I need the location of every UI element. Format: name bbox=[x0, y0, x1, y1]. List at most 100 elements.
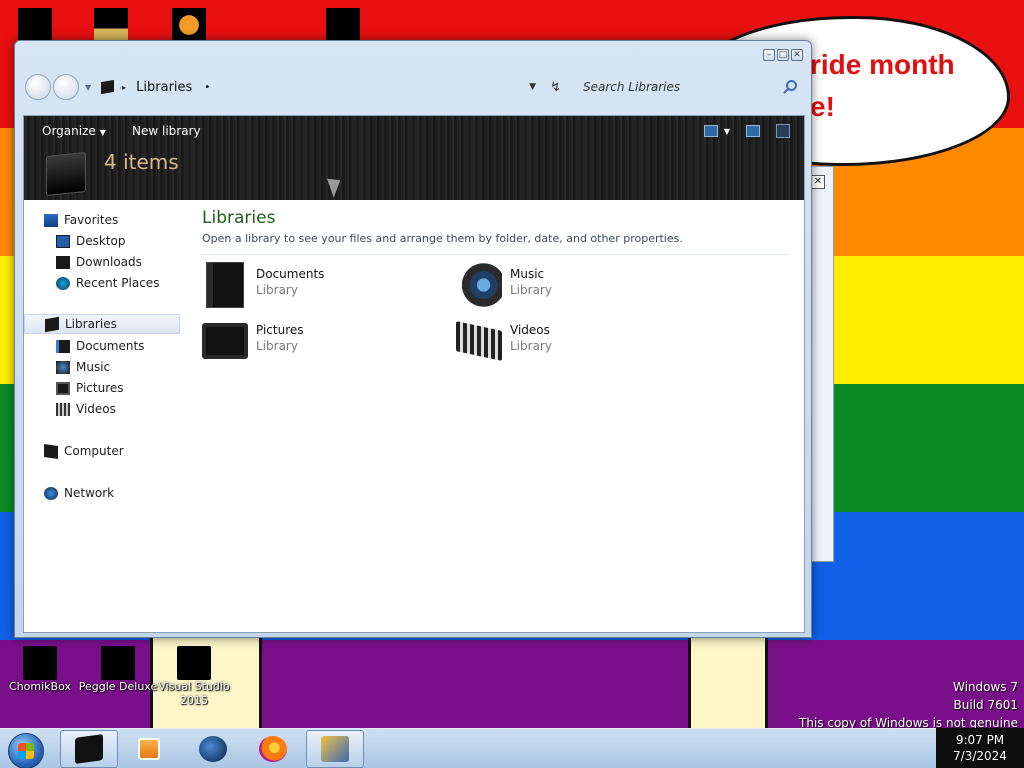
system-clock[interactable]: 9:07 PM 7/3/2024 bbox=[936, 728, 1024, 768]
sidebar-item-label: Videos bbox=[76, 402, 116, 416]
library-type: Library bbox=[510, 283, 552, 297]
breadcrumb-separator-icon[interactable]: ▸ bbox=[122, 83, 126, 92]
minimize-button[interactable]: – bbox=[763, 49, 775, 61]
network-icon bbox=[44, 486, 58, 500]
chevron-down-icon[interactable]: ▼ bbox=[724, 127, 730, 136]
address-bar-controls: ▼ ↯ bbox=[529, 80, 561, 95]
sidebar-item-pictures[interactable]: Pictures bbox=[24, 378, 124, 398]
sidebar-item-computer[interactable]: Computer bbox=[24, 441, 180, 461]
sidebar-item-recent-places[interactable]: Recent Places bbox=[24, 273, 159, 293]
view-controls: ▼ bbox=[703, 124, 790, 138]
sidebar-item-libraries[interactable]: Libraries bbox=[24, 314, 180, 334]
breadcrumb-current[interactable]: Libraries bbox=[136, 80, 192, 95]
address-dropdown-icon[interactable]: ▼ bbox=[529, 82, 536, 92]
sidebar-item-downloads[interactable]: Downloads bbox=[24, 252, 142, 272]
mouse-cursor-icon bbox=[326, 174, 346, 198]
sidebar-item-label: Desktop bbox=[76, 234, 126, 248]
taskbar bbox=[0, 728, 1024, 768]
library-tile-pictures[interactable]: Pictures Library bbox=[202, 318, 304, 359]
navigation-pane: Favorites Desktop Downloads Recent Place… bbox=[24, 200, 190, 632]
libraries-large-icon bbox=[46, 151, 86, 197]
control-panel-icon bbox=[321, 736, 349, 762]
desktop-icon bbox=[56, 234, 70, 248]
desktop-top-icon-4[interactable] bbox=[326, 8, 360, 42]
maximize-button[interactable]: □ bbox=[777, 49, 789, 61]
change-view-icon[interactable] bbox=[703, 125, 718, 137]
watermark-line-2: Build 7601 bbox=[953, 698, 1018, 712]
command-bar: Organize ▼ New library ▼ 4 items bbox=[24, 116, 804, 200]
library-name: Videos bbox=[510, 323, 550, 337]
library-name: Documents bbox=[256, 267, 325, 281]
firefox-icon bbox=[259, 736, 287, 762]
organize-button[interactable]: Organize ▼ bbox=[42, 124, 106, 138]
navigation-bar: ▼ ▸ Libraries • ▼ ↯ Search Libraries bbox=[25, 69, 803, 105]
windows-watermark: Windows 7 Build 7601 This copy of Window… bbox=[799, 678, 1018, 732]
taskbar-firefox-button[interactable] bbox=[244, 730, 302, 768]
breadcrumb-arrow-icon[interactable]: • bbox=[204, 82, 210, 93]
wallpaper-figure-right bbox=[688, 638, 768, 734]
taskbar-control-panel-button[interactable] bbox=[306, 730, 364, 768]
library-type: Library bbox=[510, 339, 552, 353]
libraries-icon bbox=[101, 79, 115, 95]
new-library-button[interactable]: New library bbox=[132, 124, 201, 138]
sidebar-item-label: Favorites bbox=[64, 213, 119, 227]
search-icon[interactable] bbox=[786, 80, 797, 91]
pictures-icon bbox=[56, 381, 70, 395]
sidebar-item-videos[interactable]: Videos bbox=[24, 399, 116, 419]
items-count: 4 items bbox=[104, 150, 179, 174]
address-bar[interactable]: ▸ Libraries • bbox=[101, 74, 529, 100]
desktop-icon-peggle[interactable]: Peggle Deluxe bbox=[78, 646, 158, 694]
videos-library-icon bbox=[456, 321, 502, 361]
libraries-view: Libraries Open a library to see your fil… bbox=[200, 200, 800, 632]
explorer-icon bbox=[75, 734, 103, 764]
library-type: Library bbox=[256, 339, 298, 353]
taskbar-explorer-button[interactable] bbox=[60, 730, 118, 768]
visual-studio-icon bbox=[177, 646, 211, 680]
library-name: Music bbox=[510, 267, 545, 281]
desktop-top-icon-1[interactable] bbox=[18, 8, 52, 42]
sidebar-item-favorites[interactable]: Favorites bbox=[24, 210, 180, 230]
preview-pane-icon[interactable] bbox=[746, 125, 760, 137]
videos-icon bbox=[56, 402, 70, 416]
library-tile-documents[interactable]: Documents Library bbox=[202, 262, 324, 308]
close-button[interactable]: ✕ bbox=[791, 49, 803, 61]
taskbar-media-player-button[interactable] bbox=[120, 730, 178, 768]
forward-button[interactable] bbox=[53, 74, 79, 100]
peggle-icon bbox=[101, 646, 135, 680]
media-player-icon bbox=[138, 738, 160, 760]
recent-places-icon bbox=[56, 276, 70, 290]
sidebar-item-label: Music bbox=[76, 360, 111, 374]
sidebar-item-music[interactable]: Music bbox=[24, 357, 110, 377]
desktop-icon-label: Peggle Deluxe bbox=[78, 680, 158, 693]
sidebar-item-label: Downloads bbox=[76, 255, 142, 269]
library-tile-music[interactable]: Music Library bbox=[456, 262, 552, 308]
sidebar-item-desktop[interactable]: Desktop bbox=[24, 231, 126, 251]
computer-icon bbox=[44, 443, 58, 459]
taskbar-globe-button[interactable] bbox=[184, 730, 242, 768]
recent-pages-dropdown[interactable]: ▼ bbox=[85, 83, 91, 92]
search-box[interactable]: Search Libraries bbox=[571, 74, 803, 100]
desktop-top-icon-2[interactable] bbox=[94, 8, 128, 42]
favorites-icon bbox=[44, 213, 58, 227]
library-tile-videos[interactable]: Videos Library bbox=[456, 318, 552, 361]
pictures-library-icon bbox=[202, 323, 248, 359]
desktop-icon-chomikbox[interactable]: ChomikBox bbox=[0, 646, 80, 694]
sidebar-item-network[interactable]: Network bbox=[24, 483, 180, 503]
globe-icon bbox=[199, 736, 227, 762]
windows-logo-icon bbox=[18, 743, 34, 759]
start-button[interactable] bbox=[8, 733, 44, 768]
sidebar-item-label: Recent Places bbox=[76, 276, 160, 290]
organize-label: Organize bbox=[42, 124, 96, 138]
downloads-icon bbox=[56, 255, 70, 269]
watermark-line-1: Windows 7 bbox=[952, 680, 1018, 694]
refresh-icon[interactable]: ↯ bbox=[550, 80, 561, 95]
desktop-icon-visual-studio[interactable]: Visual Studio 2015 bbox=[154, 646, 234, 708]
help-icon[interactable] bbox=[776, 124, 790, 138]
library-type: Library bbox=[256, 283, 298, 297]
sidebar-item-documents[interactable]: Documents bbox=[24, 336, 144, 356]
explorer-window[interactable]: – □ ✕ ▼ ▸ Libraries • ▼ ↯ Search Librari… bbox=[14, 40, 812, 638]
close-icon[interactable]: ✕ bbox=[811, 175, 825, 189]
desktop-top-icon-3[interactable] bbox=[172, 8, 206, 42]
back-button[interactable] bbox=[25, 74, 51, 100]
documents-library-icon bbox=[206, 262, 244, 308]
